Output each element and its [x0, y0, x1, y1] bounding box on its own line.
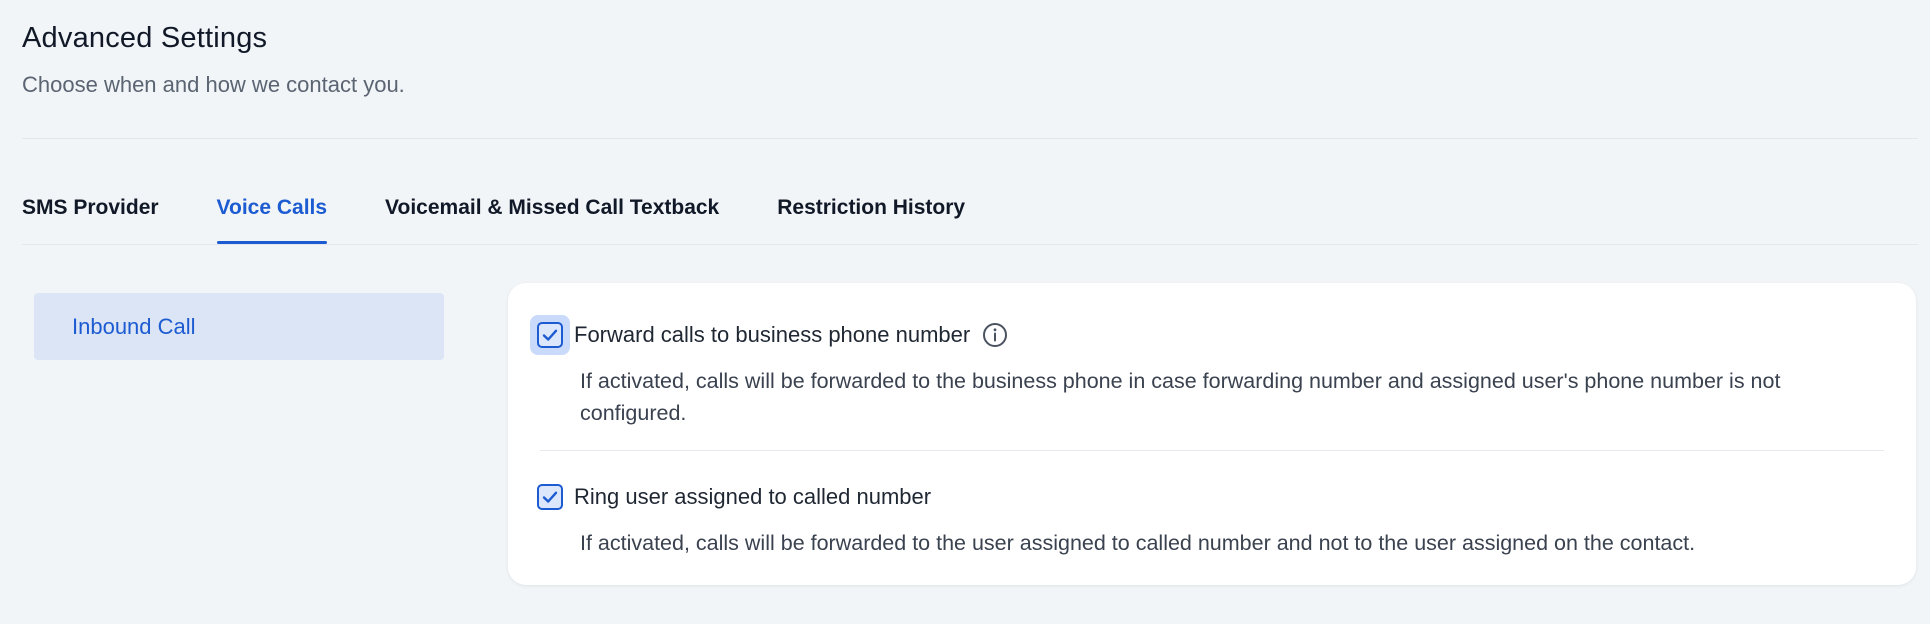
ring-user-checkbox[interactable]: [530, 477, 570, 517]
ring-user-description: If activated, calls will be forwarded to…: [580, 531, 1696, 555]
tabs-divider: [22, 244, 1918, 245]
settings-tabs: SMS Provider Voice Calls Voicemail & Mis…: [22, 196, 1023, 246]
tab-voicemail-missed-call-textback[interactable]: Voicemail & Missed Call Textback: [385, 196, 719, 244]
sidebar-item-label: Inbound Call: [72, 313, 196, 339]
tab-sms-provider[interactable]: SMS Provider: [22, 196, 159, 244]
check-icon: [542, 329, 558, 341]
tab-restriction-history[interactable]: Restriction History: [777, 196, 965, 244]
info-icon[interactable]: [982, 322, 1008, 348]
forward-calls-checkbox[interactable]: [530, 315, 570, 355]
page-subtitle: Choose when and how we contact you.: [22, 72, 405, 97]
tab-voice-calls[interactable]: Voice Calls: [216, 196, 327, 244]
forward-calls-option: Forward calls to business phone number I…: [530, 315, 1884, 429]
inbound-call-settings-card: Forward calls to business phone number I…: [508, 283, 1916, 585]
page-title: Advanced Settings: [22, 22, 268, 54]
header-divider: [22, 138, 1918, 139]
checkbox-checked: [537, 322, 563, 348]
ring-user-option: Ring user assigned to called number If a…: [536, 477, 1884, 559]
sidebar-item-inbound-call[interactable]: Inbound Call: [34, 293, 444, 360]
checkbox-checked: [537, 484, 563, 510]
check-icon: [542, 491, 558, 503]
ring-user-label: Ring user assigned to called number: [574, 484, 932, 509]
forward-calls-label: Forward calls to business phone number: [574, 322, 971, 347]
forward-calls-description: If activated, calls will be forwarded to…: [580, 369, 1781, 425]
options-divider: [540, 450, 1884, 451]
voice-calls-sidebar: Inbound Call: [34, 293, 444, 360]
advanced-settings-page: Advanced Settings Choose when and how we…: [0, 0, 1930, 624]
